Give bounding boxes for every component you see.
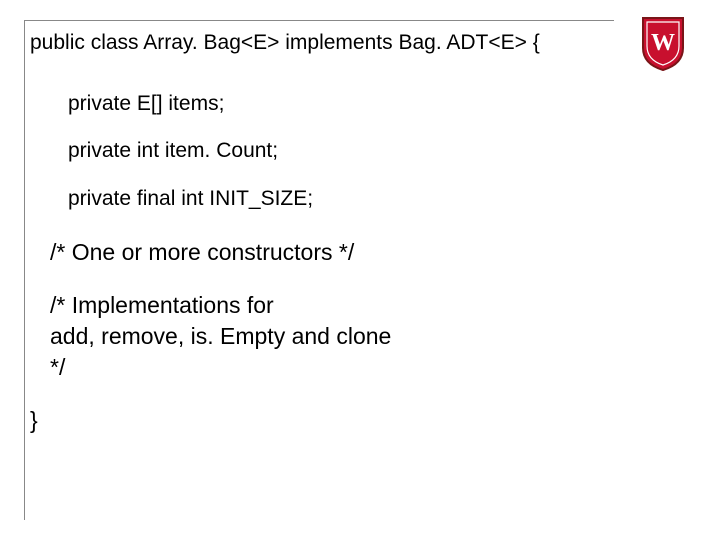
comment-constructors: /* One or more constructors */	[50, 237, 680, 268]
comment2-line1: /* Implementations for	[50, 290, 680, 321]
decl-prefix: public class Array. Bag<	[30, 31, 253, 54]
field-items: private E[] items;	[68, 91, 680, 116]
class-declaration: public class Array. Bag<E> implements Ba…	[30, 30, 680, 55]
left-rule	[24, 20, 25, 520]
top-rule	[24, 20, 614, 21]
close-brace: }	[30, 407, 680, 435]
field1-suffix: [] items;	[151, 92, 225, 115]
comment-implementations: /* Implementations for add, remove, is. …	[50, 290, 680, 383]
field-itemcount: private int item. Count;	[68, 138, 680, 163]
code-block: public class Array. Bag<E> implements Ba…	[30, 30, 680, 439]
field-initsize: private final int INIT_SIZE;	[68, 186, 680, 211]
generic-e2: E	[501, 31, 515, 54]
decl-suffix: > {	[515, 31, 540, 54]
slide: W public class Array. Bag<E> implements …	[0, 0, 720, 540]
decl-mid: > implements Bag. ADT<	[267, 31, 500, 54]
field1-prefix: private	[68, 92, 137, 115]
field1-type: E	[137, 92, 151, 115]
comment2-line2: add, remove, is. Empty and clone	[50, 321, 680, 352]
comment2-line3: */	[50, 352, 680, 383]
generic-e1: E	[253, 31, 267, 54]
